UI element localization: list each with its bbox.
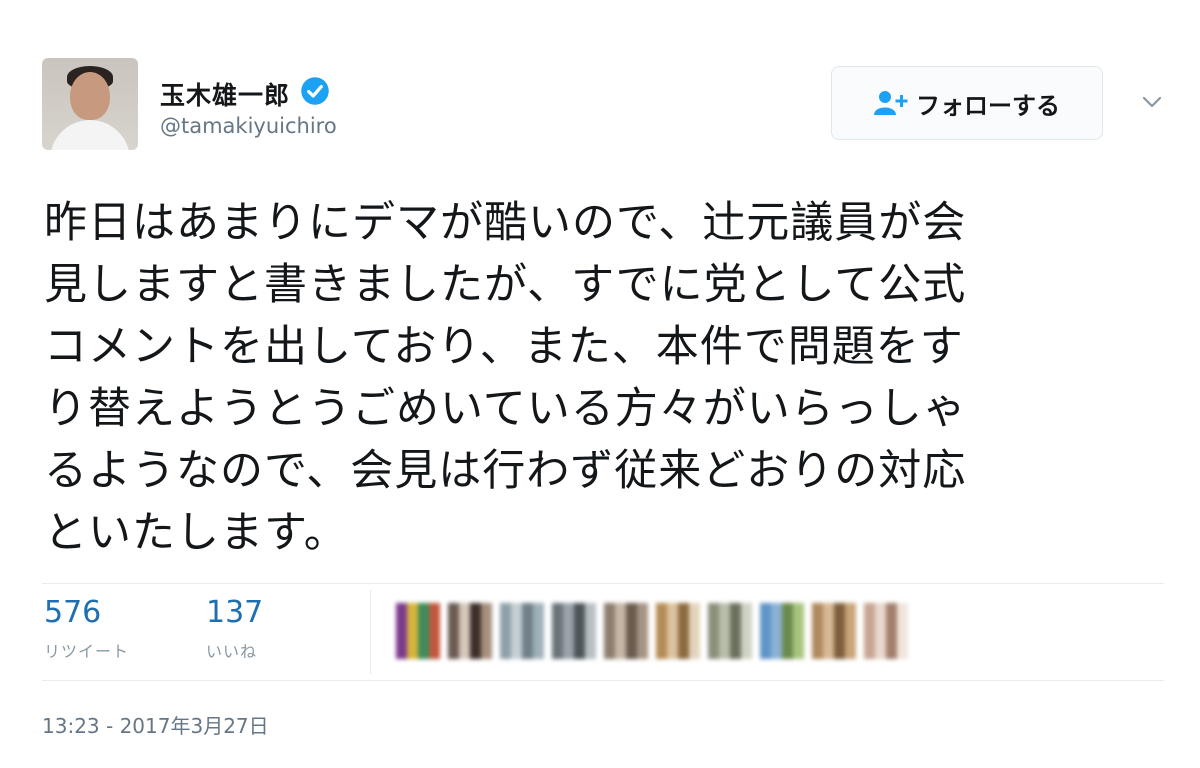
stats-separator — [370, 590, 371, 674]
chevron-down-icon[interactable] — [1138, 88, 1166, 116]
tweet-timestamp[interactable]: 13:23 - 2017年3月27日 — [42, 710, 269, 739]
tweet-text: 昨日はあまりにデマが酷いので、辻元議員が会 見しますと書きましたが、すでに党として… — [44, 192, 1174, 564]
tweet-line: 見しますと書きましたが、すでに党として公式 — [44, 260, 967, 310]
follow-button-label: フォローする — [916, 91, 1060, 120]
liker-avatar[interactable] — [604, 603, 648, 659]
liker-avatar[interactable] — [448, 603, 492, 659]
retweet-count: 576 — [44, 595, 102, 630]
retweet-stat[interactable]: 576 リツイート — [44, 596, 129, 662]
like-label: いいね — [206, 642, 258, 661]
tweet-line: といたします。 — [44, 508, 348, 558]
liker-avatar[interactable] — [552, 603, 596, 659]
liker-avatar[interactable] — [864, 603, 908, 659]
display-name[interactable]: 玉木雄一郎 — [160, 76, 290, 112]
liker-avatar[interactable] — [500, 603, 544, 659]
avatar-face — [70, 72, 110, 120]
tweet-line: コメントを出しており、また、本件で問題をす — [44, 322, 964, 372]
avatar[interactable] — [42, 58, 138, 150]
like-count: 137 — [206, 595, 264, 630]
liker-avatar[interactable] — [760, 603, 804, 659]
tweet-line: り替えようとうごめいている方々がいらっしゃ — [44, 384, 967, 434]
verified-badge-icon — [301, 77, 329, 105]
tweet-line: 昨日はあまりにデマが酷いので、辻元議員が会 — [44, 198, 967, 248]
add-user-icon — [874, 91, 908, 115]
liker-avatar[interactable] — [396, 603, 440, 659]
liker-avatar[interactable] — [656, 603, 700, 659]
avatar-shirt — [50, 120, 130, 150]
retweet-label: リツイート — [44, 642, 130, 661]
tweet-line: るようなので、会見は行わず従来どおりの対応 — [44, 446, 967, 496]
liker-avatar[interactable] — [812, 603, 856, 659]
stats-bottom-divider — [42, 680, 1164, 681]
liker-avatar[interactable] — [708, 603, 752, 659]
follow-button[interactable]: フォローする — [831, 66, 1103, 140]
like-stat[interactable]: 137 いいね — [206, 596, 263, 662]
stats-top-divider — [42, 583, 1164, 584]
user-handle[interactable]: @tamakiyuichiro — [160, 114, 337, 138]
